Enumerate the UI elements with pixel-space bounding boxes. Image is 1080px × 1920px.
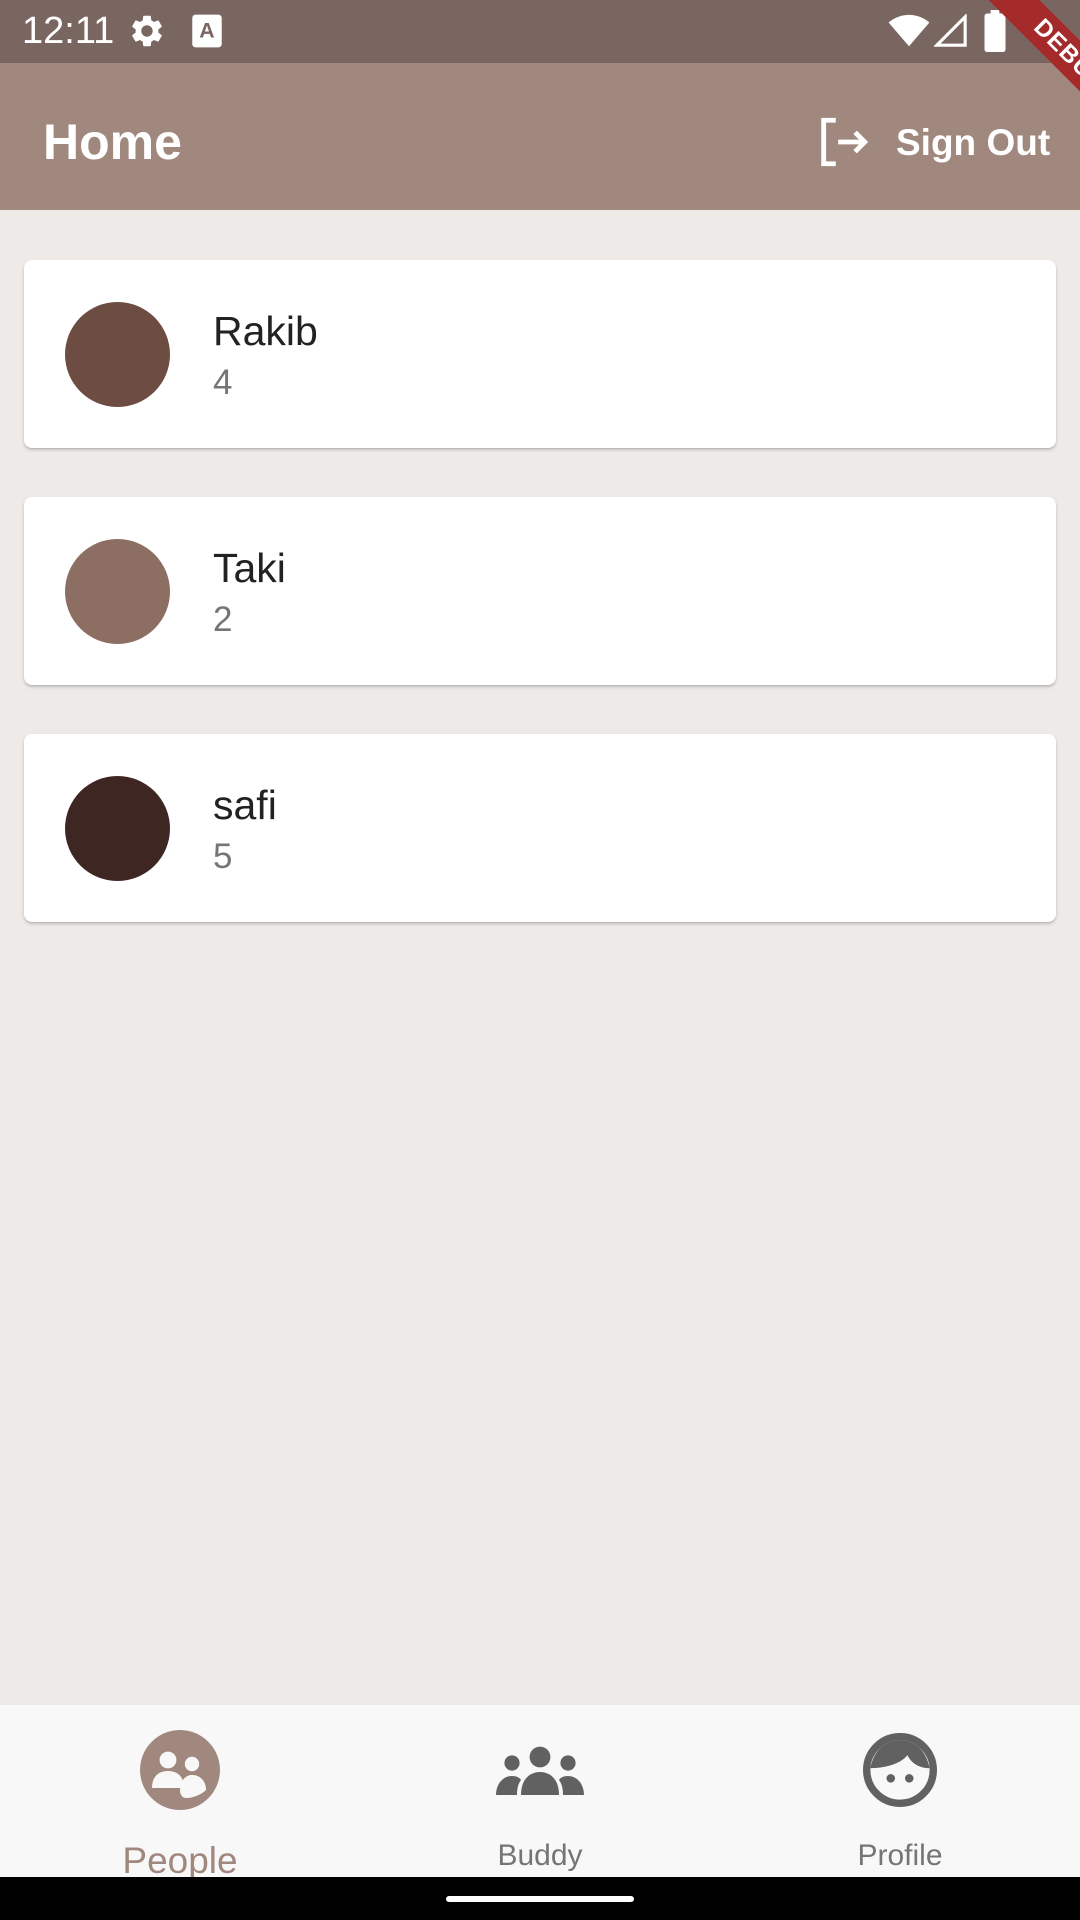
tab-buddy[interactable]: Buddy [360, 1705, 720, 1877]
logout-icon [821, 117, 869, 167]
person-name: safi [213, 782, 277, 828]
text-a-icon: A [192, 14, 222, 48]
system-nav-bar [0, 1877, 1080, 1920]
person-name: Taki [213, 545, 286, 591]
home-gesture-handle[interactable] [446, 1896, 634, 1902]
avatar [65, 539, 170, 644]
list-item[interactable]: Taki 2 [24, 497, 1056, 685]
settings-icon [132, 15, 162, 47]
person-count: 5 [213, 837, 233, 876]
avatar [65, 776, 170, 881]
status-time: 12:11 [22, 10, 115, 52]
battery-icon [984, 10, 1006, 52]
person-name: Rakib [213, 308, 318, 354]
people-list: Rakib 4 Taki 2 safi 5 [24, 260, 1056, 971]
list-item[interactable]: safi 5 [24, 734, 1056, 922]
sign-out-button[interactable]: Sign Out [810, 105, 1050, 179]
group-icon [496, 1746, 584, 1795]
person-count: 2 [213, 600, 233, 639]
page-title: Home [43, 114, 182, 170]
list-item[interactable]: Rakib 4 [24, 260, 1056, 448]
avatar [65, 302, 170, 407]
tab-buddy-label: Buddy [497, 1839, 583, 1872]
signal-icon [934, 14, 967, 47]
sign-out-label: Sign Out [896, 122, 1051, 163]
bottom-nav: People Buddy Profile [0, 1705, 1080, 1881]
tab-profile-label: Profile [857, 1839, 943, 1872]
app-bar: Home Sign Out [0, 63, 1080, 210]
tab-people[interactable]: People [0, 1705, 360, 1881]
tab-profile[interactable]: Profile [720, 1705, 1080, 1877]
svg-text:A: A [199, 19, 214, 43]
person-count: 4 [213, 363, 233, 402]
people-icon [140, 1730, 220, 1810]
face-icon [863, 1733, 937, 1807]
wifi-icon [888, 14, 930, 47]
status-bar: 12:11 A [0, 0, 1080, 63]
